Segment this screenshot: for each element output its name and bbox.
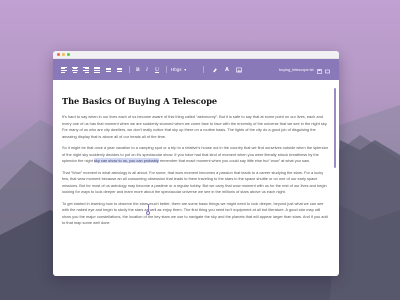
maximize-window-button[interactable] xyxy=(67,53,70,56)
close-window-button[interactable] xyxy=(57,53,60,56)
window-icon[interactable] xyxy=(324,61,330,79)
align-left-icon[interactable] xyxy=(61,59,67,80)
font-size-label: Hbgs xyxy=(171,67,182,72)
minimize-window-button[interactable] xyxy=(62,53,65,56)
filename-label: buying_telescope.txt xyxy=(279,67,314,72)
toolbar-divider xyxy=(203,66,204,73)
toolbar-divider xyxy=(129,66,130,73)
filename-area[interactable]: buying_telescope.txt xyxy=(279,64,331,75)
align-center-icon[interactable] xyxy=(72,59,78,80)
bold-button[interactable]: B xyxy=(136,59,140,80)
document-title[interactable]: The Basics Of Buying A Telescope xyxy=(62,96,330,106)
text-color-icon[interactable] xyxy=(212,59,218,80)
font-size-dropdown[interactable]: Hbgs ▼ xyxy=(171,59,187,80)
editor-window: B I U Hbgs ▼ A buying_telescope.txt The … xyxy=(53,51,339,276)
selected-text[interactable]: sky can show to us, you can probably xyxy=(94,158,159,163)
window-titlebar xyxy=(53,51,339,59)
paragraph[interactable]: So it might be that once a year vacation… xyxy=(62,145,330,165)
selection-handle[interactable] xyxy=(146,211,150,215)
underline-button[interactable]: U xyxy=(155,59,159,80)
paragraph[interactable]: To get started in learning how to observ… xyxy=(62,201,330,227)
formatting-toolbar: B I U Hbgs ▼ A buying_telescope.txt xyxy=(53,59,339,80)
image-icon[interactable] xyxy=(236,59,242,80)
italic-button[interactable]: I xyxy=(146,59,148,80)
align-right-icon[interactable] xyxy=(83,59,89,80)
text-format-button[interactable]: A xyxy=(225,59,229,80)
bullet-list-icon[interactable] xyxy=(105,59,111,80)
document-body[interactable]: The Basics Of Buying A Telescope It's ha… xyxy=(62,96,330,232)
chevron-down-icon: ▼ xyxy=(183,67,187,72)
save-icon[interactable] xyxy=(316,61,322,79)
paragraph[interactable]: It's hard to say when in our lives each … xyxy=(62,114,330,140)
numbered-list-icon[interactable] xyxy=(116,59,122,80)
toolbar-divider xyxy=(166,66,167,73)
paragraph-text: So it might be that once a year vacation… xyxy=(62,145,329,163)
scrollbar[interactable] xyxy=(334,88,336,168)
paragraph[interactable]: That “Wow” moment is what astrology is a… xyxy=(62,170,330,196)
align-justify-icon[interactable] xyxy=(94,59,100,80)
